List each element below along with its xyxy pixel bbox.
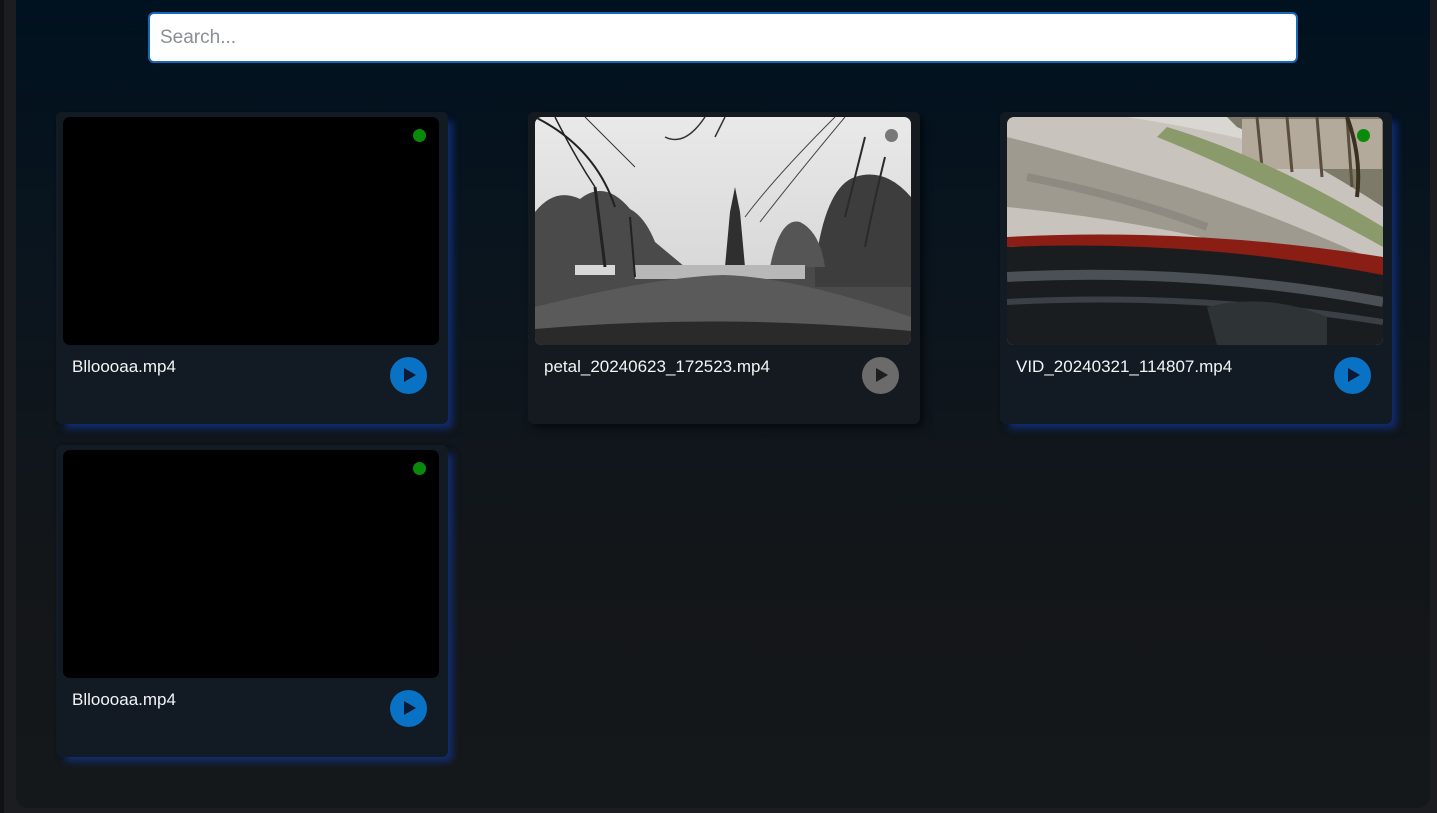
video-thumbnail[interactable] (535, 117, 911, 345)
video-file-name: Blloooaa.mp4 (72, 690, 176, 709)
status-dot-icon (885, 129, 898, 142)
play-button[interactable] (390, 690, 427, 727)
thumbnail-image (535, 117, 911, 345)
status-dot-icon (413, 129, 426, 142)
video-thumbnail[interactable] (63, 450, 439, 678)
video-thumbnail[interactable] (1007, 117, 1383, 345)
status-dot-icon (413, 462, 426, 475)
play-icon (1348, 368, 1360, 382)
search-input[interactable] (148, 12, 1298, 63)
video-file-name: Blloooaa.mp4 (72, 357, 176, 376)
play-button[interactable] (390, 357, 427, 394)
video-card[interactable]: Blloooaa.mp4 (56, 112, 448, 424)
video-card[interactable]: VID_20240321_114807.mp4 (1000, 112, 1392, 424)
video-file-name: petal_20240623_172523.mp4 (544, 357, 770, 376)
video-card[interactable]: petal_20240623_172523.mp4 (528, 112, 920, 424)
thumbnail-image (1007, 117, 1383, 345)
play-icon (876, 368, 888, 382)
status-dot-icon (1357, 129, 1370, 142)
video-file-name: VID_20240321_114807.mp4 (1016, 357, 1233, 376)
window-edge (0, 0, 4, 813)
video-thumbnail[interactable] (63, 117, 439, 345)
play-icon (404, 701, 416, 715)
play-icon (404, 368, 416, 382)
play-button[interactable] (1334, 357, 1371, 394)
video-card[interactable]: Blloooaa.mp4 (56, 445, 448, 757)
play-button[interactable] (862, 357, 899, 394)
